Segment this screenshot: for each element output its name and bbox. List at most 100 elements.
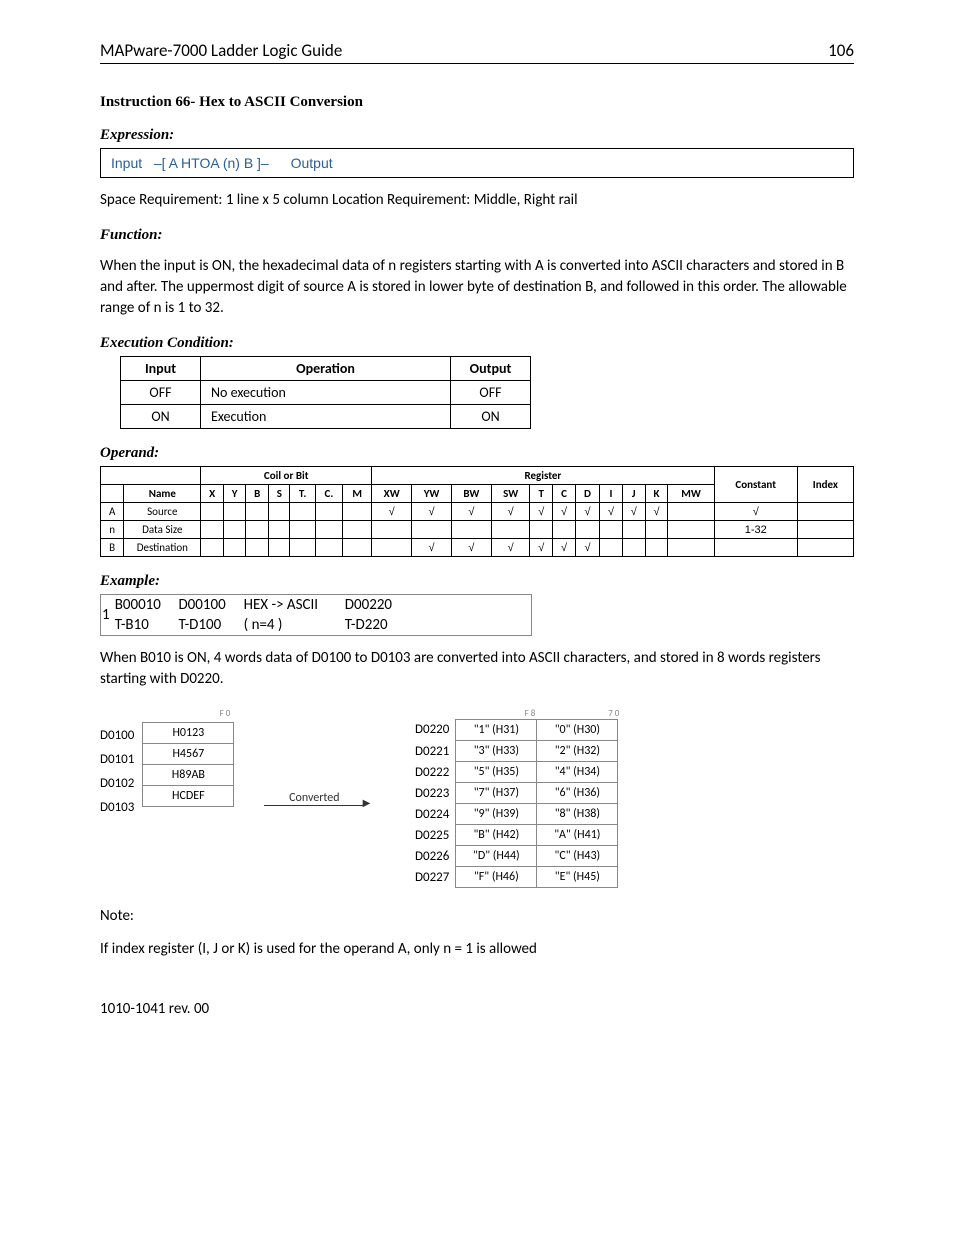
op-cell	[714, 539, 797, 557]
exec-cell: OFF	[121, 381, 201, 405]
dst-reg: D0227	[394, 867, 455, 888]
execution-table: Input Operation Output OFF No execution …	[120, 356, 531, 429]
op-cell	[269, 539, 290, 557]
op-grp-idx: Index	[797, 467, 853, 503]
op-cell	[645, 539, 668, 557]
dst-reg: D0223	[394, 783, 455, 804]
src-val: H89AB	[142, 765, 234, 786]
op-cell	[290, 539, 315, 557]
ladder-src: D00100	[177, 595, 242, 615]
op-sub: I	[600, 485, 623, 503]
op-cell	[491, 521, 530, 539]
expression-label: Expression:	[100, 127, 854, 144]
op-sub: XW	[372, 485, 412, 503]
exec-h-input: Input	[121, 357, 201, 381]
op-cell	[668, 503, 714, 521]
note-label: Note:	[100, 906, 854, 927]
exec-h-op: Operation	[201, 357, 451, 381]
op-cell	[246, 503, 269, 521]
page-header: MAPware-7000 Ladder Logic Guide 106	[100, 40, 854, 64]
op-cell: √	[412, 503, 452, 521]
src-reg: D0103	[100, 798, 134, 818]
op-cell: √	[451, 539, 491, 557]
ladder-src2: T-D100	[177, 615, 242, 635]
op-sub: Y	[224, 485, 246, 503]
op-cell: √	[530, 539, 553, 557]
op-cell: √	[575, 503, 599, 521]
op-cell: √	[553, 539, 576, 557]
dst-lo: "6" (H36)	[537, 783, 618, 804]
op-cell: 1-32	[714, 521, 797, 539]
op-cell	[290, 521, 315, 539]
src-reg: D0100	[100, 726, 134, 746]
exec-cell: No execution	[201, 381, 451, 405]
op-cell	[343, 539, 372, 557]
conversion-diagram: D0100D0101D0102D0103 F 0 H0123H4567H89AB…	[100, 708, 854, 888]
ladder-spacer	[409, 595, 531, 615]
op-cell	[201, 539, 224, 557]
src-reg: D0101	[100, 750, 134, 770]
op-key: n	[101, 521, 124, 539]
op-cell	[343, 503, 372, 521]
page-number: 106	[828, 40, 854, 61]
op-key-hdr	[101, 485, 124, 503]
dst-reg: D0222	[394, 762, 455, 783]
op-cell: √	[451, 503, 491, 521]
dst-hi: "1" (H31)	[455, 719, 537, 741]
dst-hi: "7" (H37)	[455, 783, 537, 804]
op-cell: √	[372, 503, 412, 521]
exec-cell: ON	[121, 405, 201, 429]
doc-title: MAPware-7000 Ladder Logic Guide	[100, 40, 342, 61]
src-reg: D0102	[100, 774, 134, 794]
exec-cell: Execution	[201, 405, 451, 429]
op-cell: √	[600, 503, 623, 521]
expression-box: Input –[ A HTOA (n) B ]– Output	[100, 148, 854, 178]
op-cell	[315, 503, 342, 521]
op-cell	[645, 521, 668, 539]
ladder-contact2: T-B10	[114, 615, 178, 635]
rung-num: 1	[101, 595, 114, 635]
exec-cell: ON	[451, 405, 531, 429]
op-cell	[224, 503, 246, 521]
dst-reg: D0220	[394, 719, 455, 740]
dst-hi: "9" (H39)	[455, 804, 537, 825]
dst-lo: "C" (H43)	[537, 846, 618, 867]
op-cell	[600, 521, 623, 539]
op-name-hdr: Name	[124, 485, 201, 503]
example-text: When B010 is ON, 4 words data of D0100 t…	[100, 648, 854, 690]
dst-hi: "B" (H42)	[455, 825, 537, 846]
op-sub: B	[246, 485, 269, 503]
op-sub: J	[622, 485, 645, 503]
dst-hi: "F" (H46)	[455, 867, 537, 888]
op-cell	[553, 521, 576, 539]
example-ladder: 1 B00010 D00100 HEX -> ASCII D00220 T-B1…	[100, 594, 532, 636]
src-val: H0123	[142, 722, 234, 744]
op-cell	[224, 539, 246, 557]
op-name: Destination	[124, 539, 201, 557]
dst-lo: "0" (H30)	[537, 719, 618, 741]
expr-output: Output	[291, 155, 333, 171]
dst-reg: D0226	[394, 846, 455, 867]
op-grp-const: Constant	[714, 467, 797, 503]
dst-hi: "5" (H35)	[455, 762, 537, 783]
op-key: A	[101, 503, 124, 521]
op-sub: X	[201, 485, 224, 503]
op-cell	[269, 521, 290, 539]
op-cell	[201, 521, 224, 539]
dst-lo: "8" (H38)	[537, 804, 618, 825]
footer-rev: 1010-1041 rev. 00	[100, 1000, 854, 1018]
src-bit-hdr: F 0	[142, 708, 234, 722]
op-cell	[290, 503, 315, 521]
op-sub: SW	[491, 485, 530, 503]
op-cell	[246, 521, 269, 539]
op-key: B	[101, 539, 124, 557]
op-cell	[622, 521, 645, 539]
op-sub: D	[575, 485, 599, 503]
op-cell	[600, 539, 623, 557]
op-sub: C.	[315, 485, 342, 503]
op-cell: √	[622, 503, 645, 521]
op-cell: √	[530, 503, 553, 521]
op-sub: MW	[668, 485, 714, 503]
op-cell: √	[491, 503, 530, 521]
op-cell: √	[575, 539, 599, 557]
